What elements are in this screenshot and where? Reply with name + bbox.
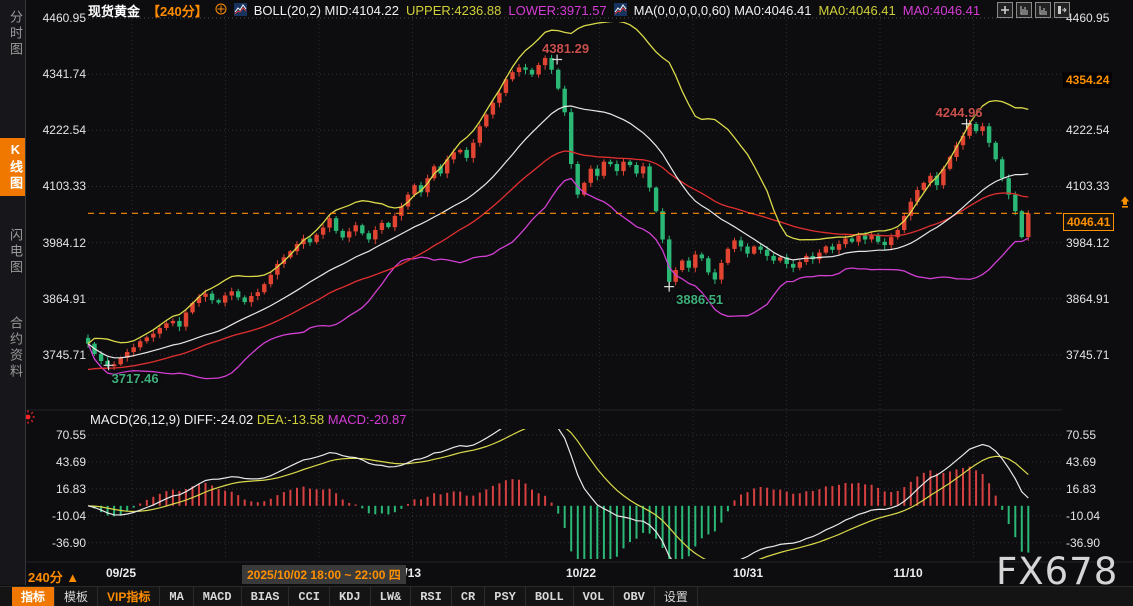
- price-axis-label-left: 4460.95: [36, 11, 86, 25]
- date-axis-label: 10/22: [549, 566, 613, 580]
- bottom-tab-VIP指标[interactable]: VIP指标: [98, 587, 160, 606]
- boll-values: BOLL(20,2) MID:4104.22: [254, 3, 399, 18]
- macd-dea-value: DEA:-13.58: [257, 412, 324, 427]
- trading-app: 分时图 K线图闪电图合约资料 现货黄金 【240分】 BOLL(20,2) MID…: [0, 0, 1133, 606]
- bottom-tab-KDJ[interactable]: KDJ: [330, 587, 371, 606]
- bottom-tab-MA[interactable]: MA: [160, 587, 193, 606]
- candle-datetime-tooltip: 2025/10/02 18:00 ~ 22:00 四: [242, 565, 406, 584]
- macd-value: MACD:-20.87: [328, 412, 407, 427]
- bottom-tab-BOLL[interactable]: BOLL: [526, 587, 574, 606]
- sidebar-item-3[interactable]: 闪电图: [0, 228, 25, 276]
- bottom-tab-CR[interactable]: CR: [452, 587, 485, 606]
- macd-readout: MACD(26,12,9) DIFF:-24.02 DEA:-13.58 MAC…: [90, 412, 406, 427]
- sidebar-item-1[interactable]: 分时图: [0, 10, 25, 58]
- bottom-tab-PSY[interactable]: PSY: [485, 587, 526, 606]
- macd-axis-label-left: 16.83: [36, 482, 86, 496]
- reference-price-label: 4354.24: [1063, 72, 1112, 88]
- zoom-y-axis-icon[interactable]: [1016, 2, 1032, 18]
- ma-magenta-value: MA0:4046.41: [903, 3, 980, 18]
- period-selector[interactable]: 240分 ▲: [28, 567, 79, 586]
- extreme-price-annotation: 3886.51: [676, 292, 723, 307]
- price-axis-label-left: 4103.33: [36, 179, 86, 193]
- bottom-tab-VOL[interactable]: VOL: [574, 587, 615, 606]
- price-axis-label-left: 4341.74: [36, 67, 86, 81]
- crosshair-icon[interactable]: [997, 2, 1013, 18]
- bottom-tab-LW&[interactable]: LW&: [371, 587, 412, 606]
- price-axis-label-right: 4460.95: [1066, 11, 1128, 25]
- bottom-tab-OBV[interactable]: OBV: [614, 587, 655, 606]
- sidebar-item-4[interactable]: 合约资料: [0, 316, 25, 380]
- price-alert-icon[interactable]: [1119, 195, 1131, 213]
- bottom-tab-MACD[interactable]: MACD: [194, 587, 242, 606]
- sidebar-item-2[interactable]: K线图: [0, 138, 25, 196]
- bottom-tab-设置[interactable]: 设置: [655, 587, 698, 606]
- macd-axis-label-left: -10.04: [36, 509, 86, 523]
- bottom-tab-RSI[interactable]: RSI: [411, 587, 452, 606]
- price-axis-label-left: 3745.71: [36, 348, 86, 362]
- zoom-x-axis-icon[interactable]: [1035, 2, 1051, 18]
- ma-values: MA(0,0,0,0,0,60) MA0:4046.41: [634, 3, 812, 18]
- bottom-tab-CCI[interactable]: CCI: [289, 587, 330, 606]
- chart-toolbar: [997, 2, 1070, 18]
- macd-axis-label-left: -36.90: [36, 536, 86, 550]
- macd-axis-label-right: 16.83: [1066, 482, 1128, 496]
- date-axis-label: 11/10: [876, 566, 940, 580]
- current-price-label: 4046.41: [1063, 213, 1114, 231]
- chart-header: 现货黄金 【240分】 BOLL(20,2) MID:4104.22 UPPER…: [88, 2, 980, 19]
- macd-diff-value: MACD(26,12,9) DIFF:-24.02: [90, 412, 253, 427]
- bottom-tab-指标[interactable]: 指标: [12, 587, 55, 606]
- target-icon[interactable]: [215, 3, 227, 18]
- ma-indicator-icon[interactable]: [614, 3, 627, 19]
- macd-axis-label-right: -10.04: [1066, 509, 1128, 523]
- boll-indicator-icon[interactable]: [234, 3, 247, 19]
- price-axis-label-right: 4222.54: [1066, 123, 1128, 137]
- sidebar: 分时图 K线图闪电图合约资料: [0, 0, 26, 585]
- indicator-tabbar: 指标模板VIP指标MAMACDBIASCCIKDJLW&RSICRPSYBOLL…: [0, 586, 1133, 606]
- ma-yellow-value: MA0:4046.41: [818, 3, 895, 18]
- price-axis-label-left: 3864.91: [36, 292, 86, 306]
- symbol-name: 现货黄金: [88, 1, 140, 20]
- macd-axis-label-left: 43.69: [36, 455, 86, 469]
- extreme-price-annotation: 3717.46: [112, 371, 159, 386]
- price-axis-label-right: 3745.71: [1066, 348, 1128, 362]
- macd-axis-label-left: 70.55: [36, 428, 86, 442]
- macd-axis-label-right: -36.90: [1066, 536, 1128, 550]
- date-axis-label: 09/25: [89, 566, 153, 580]
- date-axis-label: 10/31: [716, 566, 780, 580]
- bottom-tab-模板[interactable]: 模板: [55, 587, 98, 606]
- macd-axis-label-right: 70.55: [1066, 428, 1128, 442]
- price-axis-label-left: 3984.12: [36, 236, 86, 250]
- boll-lower-value: LOWER:3971.57: [508, 3, 606, 18]
- price-axis-label-right: 4103.33: [1066, 179, 1128, 193]
- price-axis-label-right: 3984.12: [1066, 236, 1128, 250]
- candlestick-chart[interactable]: [0, 0, 1133, 606]
- boll-upper-value: UPPER:4236.88: [406, 3, 501, 18]
- extreme-price-annotation: 4381.29: [542, 41, 589, 56]
- price-axis-label-right: 3864.91: [1066, 292, 1128, 306]
- period-label[interactable]: 【240分】: [147, 1, 208, 20]
- macd-axis-label-right: 43.69: [1066, 455, 1128, 469]
- bottom-tab-BIAS[interactable]: BIAS: [242, 587, 290, 606]
- price-axis-label-left: 4222.54: [36, 123, 86, 137]
- panel-collapse-icon[interactable]: [1054, 2, 1070, 18]
- extreme-price-annotation: 4244.96: [936, 105, 983, 120]
